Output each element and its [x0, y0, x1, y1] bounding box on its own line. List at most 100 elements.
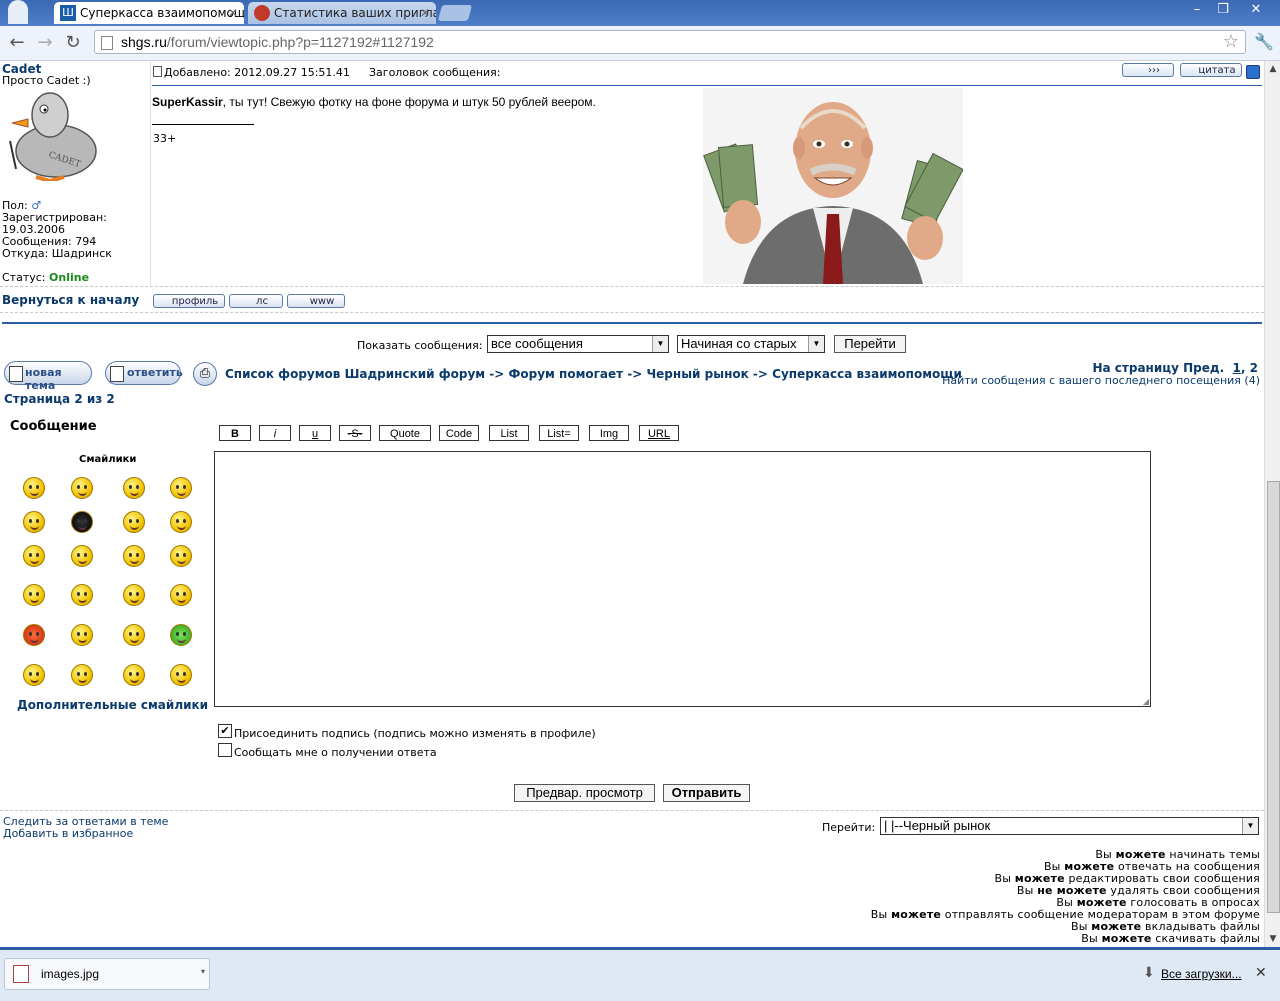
new-topic-label: новая тема — [25, 366, 62, 392]
reload-icon[interactable]: ↻ — [62, 32, 84, 54]
forum-page: Cadet Просто Cadet :) CADET Пол: ♂ Зарег… — [0, 61, 1264, 947]
scroll-up-icon[interactable]: ▲ — [1265, 61, 1280, 77]
smiley-icon[interactable] — [71, 511, 93, 533]
all-downloads-link[interactable]: Все загрузки... — [1161, 967, 1242, 981]
more-smilies-link[interactable]: Дополнительные смайлики — [17, 698, 208, 712]
pages-label: На страницу Пред. — [1092, 361, 1225, 375]
jump-select[interactable]: | |--Черный рынок ▼ — [880, 817, 1259, 835]
download-shelf: images.jpg ▾ ⬇ Все загрузки... ✕ — [0, 947, 1280, 1001]
resize-grip-icon[interactable]: ◢ — [1143, 697, 1149, 706]
maximize-icon[interactable]: ❐ — [1208, 1, 1238, 19]
download-item[interactable]: images.jpg ▾ — [4, 958, 210, 990]
page-scrollbar[interactable]: ▲ ▼ — [1264, 61, 1280, 947]
smiley-icon[interactable] — [71, 545, 93, 567]
notify-checkbox[interactable] — [218, 743, 232, 757]
wrench-icon[interactable]: 🔧 — [1254, 32, 1274, 51]
order-value: Начиная со старых — [681, 336, 797, 351]
smiley-icon[interactable] — [71, 584, 93, 606]
smiley-icon[interactable] — [123, 545, 145, 567]
smiley-icon[interactable] — [71, 664, 93, 686]
smiley-icon[interactable] — [170, 624, 192, 646]
close-shelf-icon[interactable]: ✕ — [1255, 965, 1267, 981]
smiley-icon[interactable] — [23, 545, 45, 567]
order-select[interactable]: Начиная со старых ▼ — [677, 335, 825, 353]
submit-button[interactable]: Отправить — [663, 784, 750, 802]
quote-balloon-button[interactable]: ››› — [1122, 63, 1174, 77]
back-icon[interactable]: ← — [6, 32, 28, 54]
permission-verb: можете — [891, 908, 942, 921]
status-label: Статус: — [2, 271, 46, 284]
tab-title: Суперкасса взаимопомощи : — [80, 6, 244, 20]
smiley-icon[interactable] — [170, 584, 192, 606]
permission-text: Вы — [1016, 884, 1038, 897]
dropdown-arrow-icon: ▼ — [652, 336, 668, 352]
private-message-button[interactable]: лс — [229, 294, 283, 308]
page-link-2[interactable]: 2 — [1250, 361, 1258, 375]
new-since-link[interactable]: Найти сообщения с вашего последнего посе… — [942, 374, 1260, 387]
www-button[interactable]: www — [287, 294, 345, 308]
permission-verb: можете — [1101, 932, 1152, 945]
show-messages-select[interactable]: все сообщения ▼ — [487, 335, 669, 353]
permission-line: Вы можете скачивать файлы — [1081, 932, 1260, 945]
format-button-list[interactable]: List — [489, 425, 529, 441]
smiley-icon[interactable] — [71, 624, 93, 646]
profile-button[interactable]: профиль — [153, 294, 225, 308]
smiley-icon[interactable] — [123, 477, 145, 499]
format-button-b[interactable]: B — [219, 425, 251, 441]
address-bar[interactable]: shgs.ru/forum/viewtopic.php?p=1127192#11… — [94, 30, 1246, 54]
message-textarea[interactable]: ◢ — [214, 451, 1151, 707]
url-domain: shgs.ru — [121, 34, 167, 50]
document-icon — [110, 366, 124, 382]
forward-icon[interactable]: → — [34, 32, 56, 54]
close-window-icon[interactable]: ✕ — [1238, 1, 1274, 19]
tab-statistics[interactable]: Статистика ваших приглаш ✕ — [248, 2, 436, 24]
smiley-icon[interactable] — [123, 664, 145, 686]
format-button-code[interactable]: Code — [439, 425, 479, 441]
format-button-url[interactable]: URL — [639, 425, 679, 441]
quote-button[interactable]: цитата — [1180, 63, 1242, 77]
smiley-icon[interactable] — [170, 477, 192, 499]
close-tab-icon[interactable]: ✕ — [228, 2, 238, 24]
printer-icon[interactable]: ⎙ — [193, 362, 217, 386]
scroll-down-icon[interactable]: ▼ — [1265, 931, 1280, 947]
page-link-1[interactable]: 1 — [1233, 361, 1241, 375]
preview-button[interactable]: Предвар. просмотр — [514, 784, 655, 802]
smiley-icon[interactable] — [170, 664, 192, 686]
smiley-icon[interactable] — [123, 584, 145, 606]
download-filename: images.jpg — [41, 967, 100, 981]
format-button-u[interactable]: u — [299, 425, 331, 441]
new-topic-button[interactable]: новая тема — [4, 361, 92, 392]
signature-divider — [152, 124, 254, 125]
tab-superkassa[interactable]: Ш Суперкасса взаимопомощи : ✕ — [54, 2, 244, 24]
permission-text: Вы — [1081, 932, 1102, 945]
smiley-icon[interactable] — [71, 477, 93, 499]
breadcrumb[interactable]: Список форумов Шадринский форум -> Форум… — [225, 367, 962, 381]
smiley-icon[interactable] — [23, 664, 45, 686]
back-to-top-link[interactable]: Вернуться к началу — [2, 293, 139, 307]
image-file-icon — [13, 965, 29, 983]
format-button-list-eq[interactable]: List= — [539, 425, 579, 441]
scroll-thumb[interactable] — [1267, 481, 1280, 913]
smiley-icon[interactable] — [170, 545, 192, 567]
format-button-quote[interactable]: Quote — [379, 425, 431, 441]
smiley-icon[interactable] — [123, 511, 145, 533]
extra-button[interactable] — [1246, 65, 1260, 79]
format-button-i[interactable]: i — [259, 425, 291, 441]
smiley-icon[interactable] — [23, 511, 45, 533]
smiley-icon[interactable] — [23, 584, 45, 606]
smiley-icon[interactable] — [123, 624, 145, 646]
smiley-icon[interactable] — [23, 624, 45, 646]
new-tab-button[interactable] — [437, 5, 473, 21]
smiley-icon[interactable] — [170, 511, 192, 533]
reply-button[interactable]: ответить — [105, 361, 183, 385]
jump-label: Перейти: — [822, 821, 876, 834]
close-tab-icon[interactable]: ✕ — [420, 2, 430, 24]
download-menu-icon[interactable]: ▾ — [201, 967, 205, 976]
go-button[interactable]: Перейти — [834, 335, 906, 353]
add-favorites-link[interactable]: Добавить в избранное — [3, 827, 133, 840]
smiley-icon[interactable] — [23, 477, 45, 499]
format-button-img[interactable]: Img — [589, 425, 629, 441]
format-button-s[interactable]: -S- — [339, 425, 371, 441]
attach-sig-checkbox[interactable]: ✔ — [218, 724, 232, 738]
bookmark-star-icon[interactable]: ☆ — [1223, 31, 1239, 52]
